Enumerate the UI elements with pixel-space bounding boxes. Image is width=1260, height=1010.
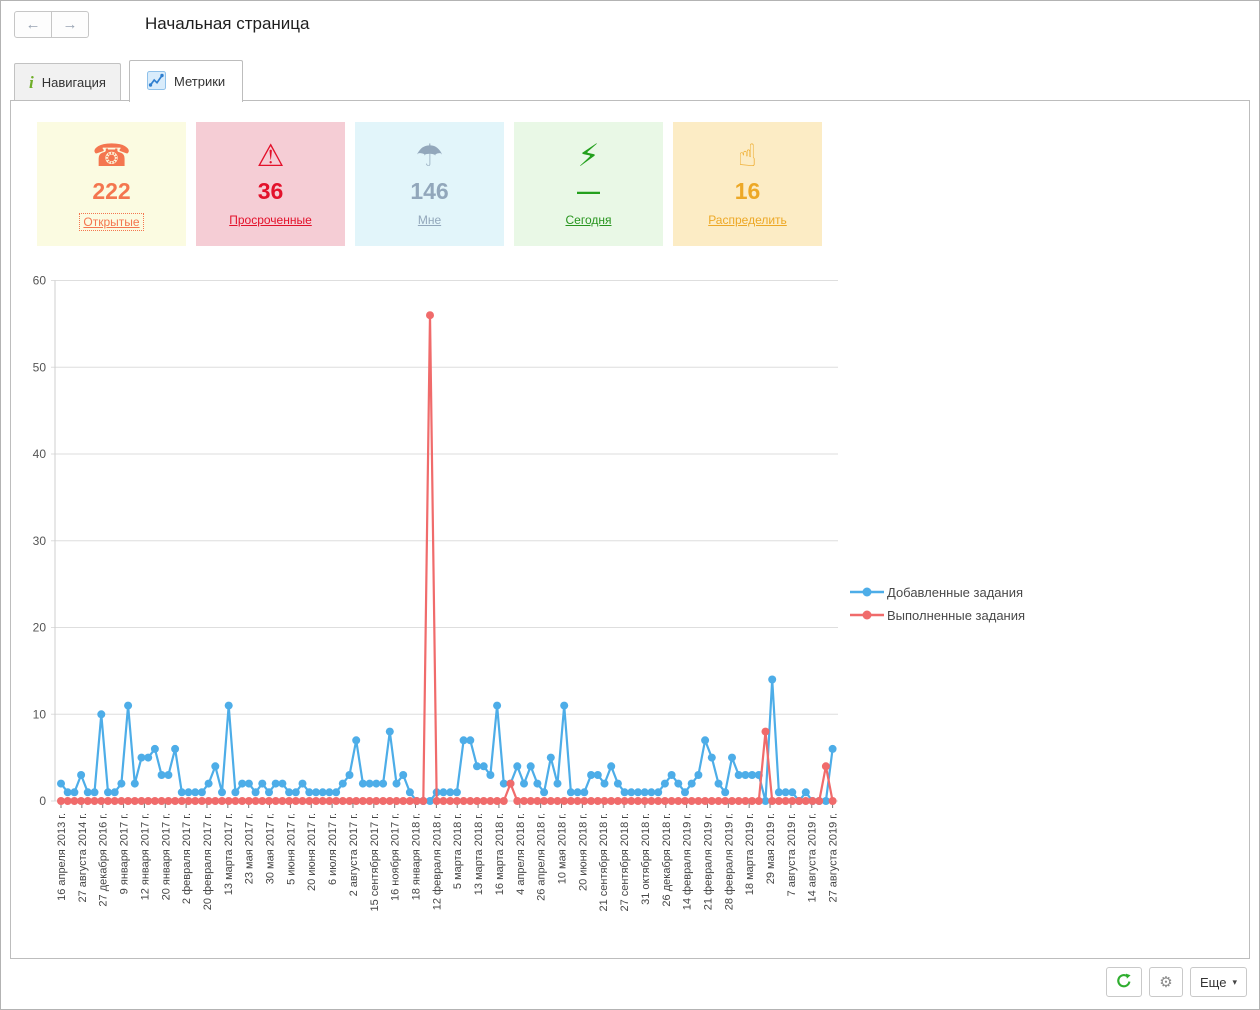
svg-text:2 февраля 2017 г.: 2 февраля 2017 г. [181,813,193,904]
svg-text:16 апреля 2013 г.: 16 апреля 2013 г. [56,813,68,901]
svg-text:21 февраля 2019 г.: 21 февраля 2019 г. [702,813,714,910]
svg-text:14 августа 2019 г.: 14 августа 2019 г. [807,813,819,902]
svg-text:2 августа 2017 г.: 2 августа 2017 г. [348,813,360,896]
svg-text:13 марта 2018 г.: 13 марта 2018 г. [473,813,485,895]
overdue-tasks-count: 36 [258,177,284,205]
phone-icon: ☎ [92,136,131,176]
overdue-tasks-link[interactable]: Просроченные [229,213,312,227]
tab-metrics[interactable]: Метрики [129,60,243,102]
svg-text:6 июля 2017 г.: 6 июля 2017 г. [327,813,339,885]
svg-text:30 мая 2017 г.: 30 мая 2017 г. [265,813,277,884]
svg-text:20 января 2017 г.: 20 января 2017 г. [160,813,172,900]
open-tasks-count: 222 [92,177,130,205]
svg-text:16 марта 2018 г.: 16 марта 2018 г. [494,813,506,895]
card-my-tasks: ☂ 146 Мне [355,122,504,246]
svg-text:30: 30 [33,534,47,548]
svg-text:10: 10 [33,707,47,721]
line-chart-icon [147,71,166,93]
svg-text:28 февраля 2019 г.: 28 февраля 2019 г. [723,813,735,910]
today-tasks-count: — [577,177,600,205]
svg-text:20 февраля 2017 г.: 20 февраля 2017 г. [202,813,214,910]
gear-icon: ⚙ [1159,973,1172,991]
warning-icon: ⚠ [257,136,285,176]
distribute-tasks-link[interactable]: Распределить [708,213,787,227]
today-tasks-link[interactable]: Сегодня [566,213,612,227]
svg-text:5 марта 2018 г.: 5 марта 2018 г. [452,813,464,889]
metric-cards: ☎ 222 Открытые ⚠ 36 Просроченные ☂ 146 М… [37,122,822,246]
back-button[interactable]: ← [14,11,52,38]
svg-text:5 июня 2017 г.: 5 июня 2017 г. [285,813,297,885]
bottom-toolbar: ⚙ Еще ▾ [1106,967,1247,997]
svg-text:29 мая 2019 г.: 29 мая 2019 г. [765,813,777,884]
svg-text:20 июня 2018 г.: 20 июня 2018 г. [577,813,589,891]
legend-item-completed: Выполненные задания [849,604,1025,627]
tab-metrics-label: Метрики [174,74,225,89]
svg-text:9 января 2017 г.: 9 января 2017 г. [119,813,131,894]
svg-text:27 декабря 2016 г.: 27 декабря 2016 г. [98,813,110,907]
card-today-tasks: ⚡ — Сегодня [514,122,663,246]
my-tasks-link[interactable]: Мне [418,213,441,227]
forward-button[interactable]: → [51,11,89,38]
tasks-chart: 0 10 20 30 40 50 60 16 апреля 2013 г. 27 августа… [0,272,845,947]
svg-text:40: 40 [33,447,47,461]
tab-navigation[interactable]: i Навигация [14,63,121,101]
svg-text:50: 50 [33,360,47,374]
svg-text:31 октября 2018 г.: 31 октября 2018 г. [640,813,652,905]
more-button[interactable]: Еще ▾ [1190,967,1247,997]
legend-swatch-completed [849,608,885,623]
svg-text:27 сентября 2018 г.: 27 сентября 2018 г. [619,813,631,912]
my-tasks-count: 146 [410,177,448,205]
card-open-tasks: ☎ 222 Открытые [37,122,186,246]
svg-text:20: 20 [33,621,47,635]
svg-text:18 января 2018 г.: 18 января 2018 г. [411,813,423,900]
tasks-chart-canvas: 0 10 20 30 40 50 60 16 апреля 2013 г. 27 августа… [0,272,845,942]
svg-text:23 мая 2017 г.: 23 мая 2017 г. [244,813,256,884]
svg-text:16 ноября 2017 г.: 16 ноября 2017 г. [390,813,402,901]
svg-text:7 августа 2019 г.: 7 августа 2019 г. [786,813,798,896]
svg-text:21 сентября 2018 г.: 21 сентября 2018 г. [598,813,610,912]
svg-text:12 января 2017 г.: 12 января 2017 г. [139,813,151,900]
open-tasks-link[interactable]: Открытые [79,213,143,231]
more-button-label: Еще [1200,975,1226,990]
card-distribute-tasks: ☝ 16 Распределить [673,122,822,246]
info-icon: i [29,74,34,91]
history-nav: ← → [14,11,89,38]
tab-navigation-label: Навигация [42,75,106,90]
svg-text:60: 60 [33,274,47,288]
back-arrow-icon: ← [26,16,41,33]
legend-label-completed: Выполненные задания [887,608,1025,623]
svg-text:12 февраля 2018 г.: 12 февраля 2018 г. [431,813,443,910]
umbrella-icon: ☂ [416,136,444,176]
svg-text:20 июня 2017 г.: 20 июня 2017 г. [306,813,318,891]
svg-text:15 сентября 2017 г.: 15 сентября 2017 г. [369,813,381,912]
legend-label-added: Добавленные задания [887,585,1023,600]
refresh-icon [1116,973,1132,992]
card-overdue-tasks: ⚠ 36 Просроченные [196,122,345,246]
svg-text:27 августа 2014 г.: 27 августа 2014 г. [77,813,89,902]
legend-swatch-added [849,585,885,600]
svg-text:0: 0 [39,794,46,808]
refresh-button[interactable] [1106,967,1142,997]
svg-text:4 апреля 2018 г.: 4 апреля 2018 г. [515,813,527,895]
chart-legend: Добавленные задания Выполненные задания [849,581,1025,627]
svg-text:26 декабря 2018 г.: 26 декабря 2018 г. [661,813,673,907]
distribute-tasks-count: 16 [735,177,761,205]
svg-text:14 февраля 2019 г.: 14 февраля 2019 г. [682,813,694,910]
svg-text:18 марта 2019 г.: 18 марта 2019 г. [744,813,756,895]
legend-item-added: Добавленные задания [849,581,1025,604]
lightning-icon: ⚡ [578,136,600,176]
page-title: Начальная страница [145,14,310,34]
svg-text:13 марта 2017 г.: 13 марта 2017 г. [223,813,235,895]
svg-text:26 апреля 2018 г.: 26 апреля 2018 г. [536,813,548,901]
svg-text:27 августа 2019 г.: 27 августа 2019 г. [828,813,840,902]
settings-button[interactable]: ⚙ [1149,967,1183,997]
svg-text:10 мая 2018 г.: 10 мая 2018 г. [556,813,568,884]
pointing-hand-icon: ☝ [738,136,757,176]
chevron-down-icon: ▾ [1232,977,1237,988]
forward-arrow-icon: → [63,16,78,33]
